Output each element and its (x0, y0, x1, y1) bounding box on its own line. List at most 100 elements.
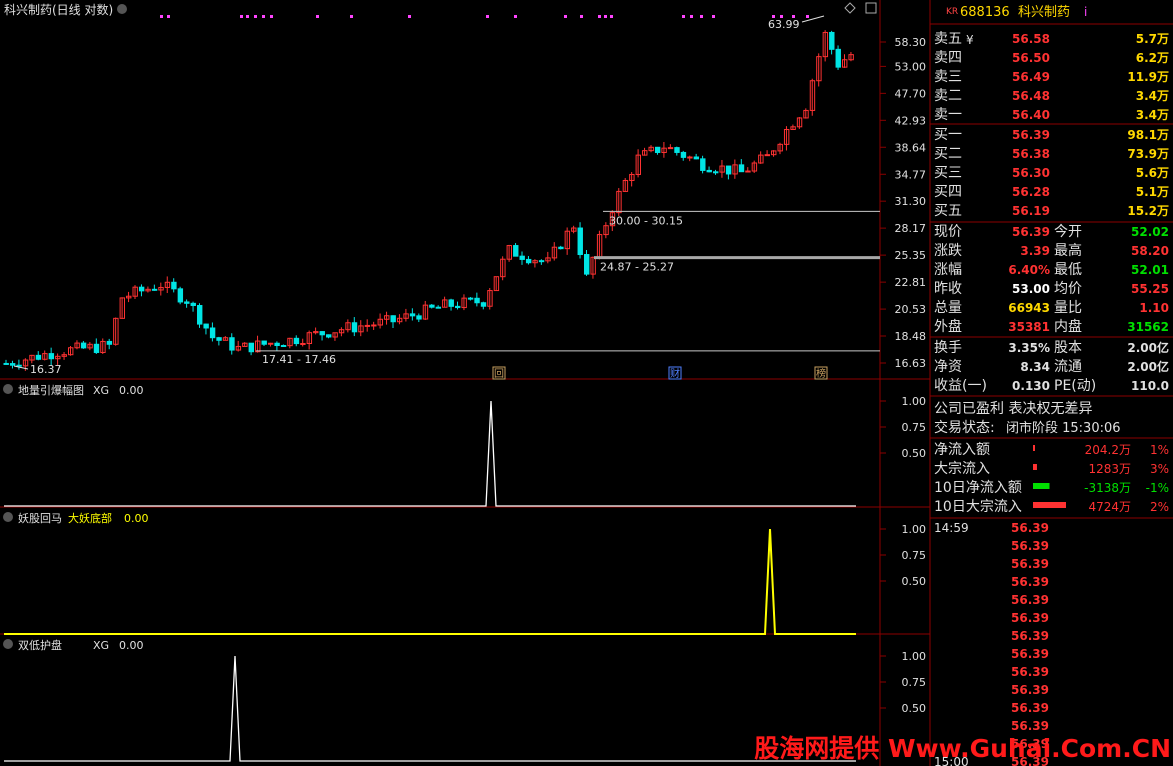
event-marker (772, 15, 775, 18)
order-book-label: 卖三 (934, 69, 962, 85)
indicator-line (4, 655, 856, 762)
candle-body (35, 354, 42, 360)
event-badge-label: 榜 (816, 367, 826, 380)
stat-value: 3.39 (1020, 244, 1050, 258)
candle-body (558, 246, 564, 250)
tick-price: 56.39 (1011, 683, 1049, 697)
candle-body (326, 334, 332, 338)
candle-body (267, 342, 274, 345)
order-book-volume: 6.2万 (1136, 51, 1169, 65)
candle-body (713, 171, 719, 174)
flow-value: -3138万 (1084, 481, 1131, 495)
stat-label: 股本 (1054, 340, 1082, 356)
stat-value: 58.20 (1131, 244, 1169, 258)
flow-percent: 1% (1150, 443, 1169, 457)
flow-value: 204.2万 (1085, 443, 1131, 457)
flow-bar (1033, 445, 1035, 451)
stat-value: 2.00亿 (1127, 340, 1169, 355)
order-book-volume: 3.4万 (1136, 108, 1169, 122)
candle-body (467, 297, 474, 300)
y-tick-label: 20.53 (895, 303, 927, 316)
candle-body (448, 299, 454, 307)
tick-price: 56.39 (1011, 521, 1049, 535)
stat-value: 55.25 (1131, 282, 1169, 296)
candle-body (209, 327, 216, 339)
panel-options-icon[interactable] (3, 384, 13, 394)
candle-body (745, 170, 751, 173)
candle-body (364, 324, 371, 327)
candle-body (248, 342, 255, 353)
diamond-icon[interactable] (844, 2, 856, 14)
y-tick-label: 18.48 (895, 330, 927, 343)
y-tick-label: 58.30 (895, 36, 927, 49)
panel-options-icon[interactable] (3, 512, 13, 522)
flow-value: 4724万 (1088, 500, 1131, 514)
panel-options-icon[interactable] (3, 639, 13, 649)
event-marker (270, 15, 273, 18)
chart-stage[interactable]: 科兴制药(日线 对数) 58.30 53.00 47.70 42.93 38.64 34.7… (0, 0, 1173, 766)
flow-percent: 3% (1150, 462, 1169, 476)
stat-label: 内盘 (1054, 318, 1082, 335)
stat-label: 流通 (1054, 359, 1082, 375)
order-book-label: 买四 (934, 184, 962, 200)
flow-bar (1033, 464, 1037, 470)
tick-price: 56.39 (1011, 539, 1049, 553)
order-book-price: 56.28 (1012, 185, 1050, 199)
high-arrow (801, 15, 825, 23)
candle-body (216, 337, 222, 341)
candle-body (274, 342, 280, 347)
low-price-label: 16.37 (30, 363, 62, 376)
order-book-price: 56.48 (1012, 89, 1050, 103)
stat-label: 换手 (934, 339, 962, 356)
candle-body (93, 343, 100, 353)
tick-price: 56.39 (1011, 665, 1049, 679)
flow-percent: 2% (1150, 500, 1169, 514)
flow-value: 1283万 (1088, 462, 1131, 476)
order-book-label: 卖五 (934, 31, 962, 47)
info-icon[interactable]: i (1084, 5, 1087, 19)
order-book-label: 买一 (934, 127, 962, 143)
candle-body (293, 337, 300, 345)
panel-tick-label: 0.50 (902, 702, 927, 715)
panel-value-name: 大妖底部 (68, 511, 112, 525)
zone-label: 17.41 - 17.46 (262, 353, 336, 366)
candle-body (171, 281, 177, 290)
candle-body (584, 254, 590, 275)
flow-percent: -1% (1146, 481, 1169, 495)
stat-value: 6.40% (1008, 263, 1050, 277)
candle-body (261, 340, 267, 345)
currency-icon: ¥ (966, 33, 974, 47)
candle-body (829, 31, 835, 50)
trading-status-label: 交易状态: (934, 419, 995, 436)
panel-tick-label: 0.75 (902, 676, 927, 689)
y-tick-label: 25.35 (895, 249, 927, 262)
order-book-label: 卖四 (934, 50, 962, 66)
stock-chart-title: 科兴制药(日线 对数) (4, 2, 113, 17)
panel-name: 双低护盘 (18, 638, 62, 652)
flow-label: 10日净流入额 (934, 480, 1022, 496)
window-icon[interactable] (865, 2, 877, 14)
y-tick-label: 47.70 (895, 87, 927, 100)
event-marker (486, 15, 489, 18)
order-book-label: 买五 (934, 203, 962, 219)
candle-body (519, 255, 525, 260)
order-book-price: 56.50 (1012, 51, 1050, 65)
candle-body (3, 362, 9, 365)
stat-value: 52.01 (1131, 263, 1169, 277)
zone-label: 24.87 - 25.27 (600, 261, 674, 274)
order-book-price: 56.30 (1012, 166, 1050, 180)
order-book-volume: 5.6万 (1136, 166, 1169, 180)
flow-bar (1033, 502, 1066, 508)
event-marker (514, 15, 517, 18)
tick-price: 56.39 (1011, 611, 1049, 625)
y-tick-label: 38.64 (895, 141, 927, 154)
event-marker (350, 15, 353, 18)
event-badge-label: 财 (670, 367, 680, 380)
order-book-volume: 11.9万 (1127, 70, 1169, 84)
candle-body (706, 169, 712, 173)
candle-body (577, 227, 583, 256)
tick-price: 56.39 (1011, 647, 1049, 661)
chart-options-icon[interactable] (117, 4, 127, 14)
y-tick-label: 53.00 (895, 60, 927, 73)
flow-label: 大宗流入 (934, 461, 990, 477)
